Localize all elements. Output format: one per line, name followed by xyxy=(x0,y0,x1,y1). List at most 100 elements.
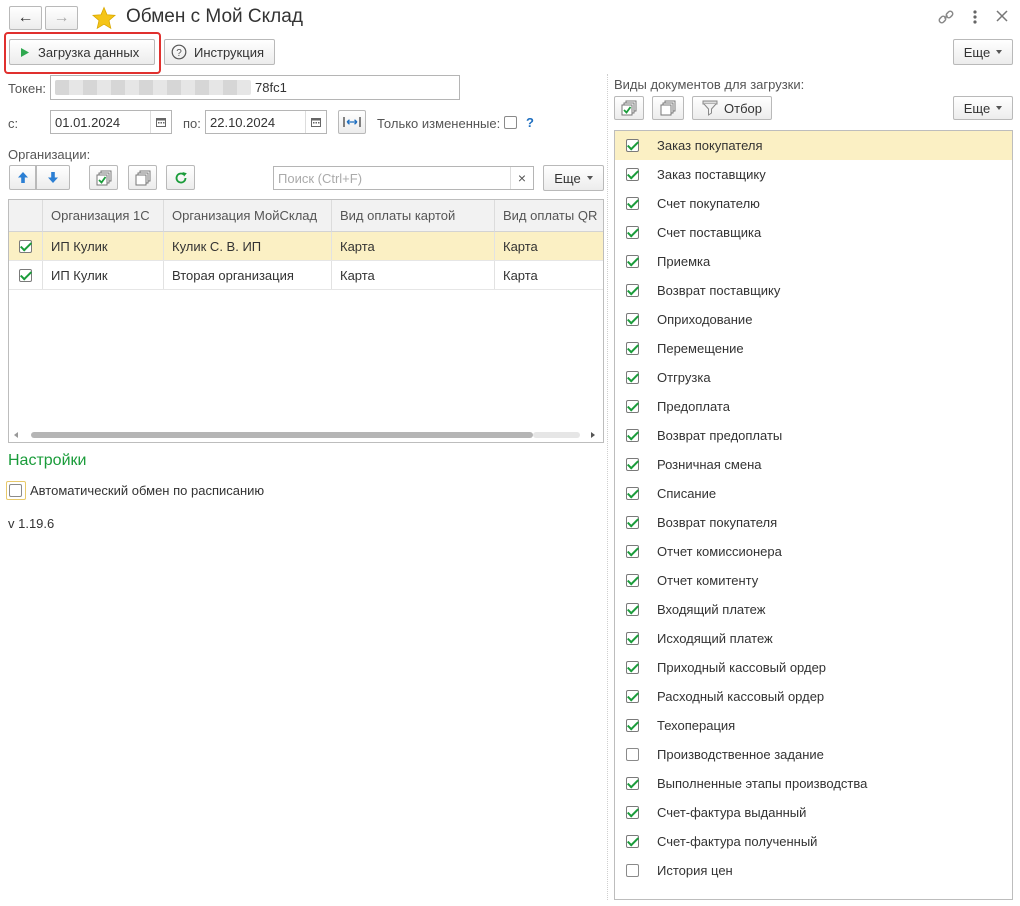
docs-uncheck-all-button[interactable] xyxy=(652,96,684,120)
help-link[interactable]: ? xyxy=(526,115,534,130)
list-item[interactable]: Отчет комиссионера xyxy=(615,537,1012,566)
list-item[interactable]: История цен xyxy=(615,856,1012,885)
doc-type-checkbox[interactable] xyxy=(626,806,639,819)
forward-button[interactable]: → xyxy=(45,6,78,30)
doc-type-checkbox[interactable] xyxy=(626,632,639,645)
doc-type-checkbox[interactable] xyxy=(626,574,639,587)
list-item[interactable]: Отчет комитенту xyxy=(615,566,1012,595)
list-item[interactable]: Отгрузка xyxy=(615,363,1012,392)
doc-type-checkbox[interactable] xyxy=(626,487,639,500)
doc-type-checkbox[interactable] xyxy=(626,690,639,703)
scroll-right-icon[interactable] xyxy=(591,432,595,438)
doc-type-checkbox[interactable] xyxy=(626,458,639,471)
list-item[interactable]: Оприходование xyxy=(615,305,1012,334)
doc-type-checkbox[interactable] xyxy=(626,400,639,413)
list-item[interactable]: Возврат предоплаты xyxy=(615,421,1012,450)
calendar-icon[interactable] xyxy=(150,111,171,133)
auto-exchange-checkbox[interactable] xyxy=(9,484,22,497)
doc-type-checkbox[interactable] xyxy=(626,255,639,268)
favorite-star-icon[interactable] xyxy=(91,6,117,30)
horizontal-scrollbar[interactable] xyxy=(9,428,603,442)
doc-type-checkbox[interactable] xyxy=(626,748,639,761)
doc-type-checkbox[interactable] xyxy=(626,313,639,326)
more-button-top[interactable]: Еще xyxy=(953,39,1013,65)
link-icon[interactable] xyxy=(937,8,955,26)
doc-type-label: Исходящий платеж xyxy=(657,631,773,646)
list-item[interactable]: Счет поставщика xyxy=(615,218,1012,247)
instructions-button[interactable]: ? Инструкция xyxy=(164,39,275,65)
auto-exchange-checkbox-frame[interactable] xyxy=(6,481,26,500)
calendar-icon[interactable] xyxy=(305,111,326,133)
list-item[interactable]: Заказ поставщику xyxy=(615,160,1012,189)
doc-type-checkbox[interactable] xyxy=(626,661,639,674)
list-item[interactable]: Счет-фактура полученный xyxy=(615,827,1012,856)
check-all-button[interactable] xyxy=(89,165,118,190)
doc-type-checkbox[interactable] xyxy=(626,371,639,384)
list-item[interactable]: Предоплата xyxy=(615,392,1012,421)
list-item[interactable]: Счет-фактура выданный xyxy=(615,798,1012,827)
orgs-more-button[interactable]: Еще xyxy=(543,165,604,191)
doc-type-checkbox[interactable] xyxy=(626,342,639,355)
doc-type-checkbox[interactable] xyxy=(626,516,639,529)
date-from-field[interactable]: 01.01.2024 xyxy=(50,110,172,134)
doc-type-checkbox[interactable] xyxy=(626,139,639,152)
list-item[interactable]: Производственное задание xyxy=(615,740,1012,769)
document-types-list: Заказ покупателя Заказ поставщику Счет пок… xyxy=(614,130,1013,900)
row-check-cell[interactable] xyxy=(9,232,43,260)
row-check-cell[interactable] xyxy=(9,261,43,289)
back-button[interactable]: ← xyxy=(9,6,42,30)
only-changed-checkbox[interactable] xyxy=(504,116,517,129)
list-item[interactable]: Расходный кассовый ордер xyxy=(615,682,1012,711)
uncheck-all-button[interactable] xyxy=(128,165,157,190)
doc-type-checkbox[interactable] xyxy=(626,226,639,239)
row-checkbox[interactable] xyxy=(19,268,32,282)
load-data-button[interactable]: Загрузка данных xyxy=(9,39,155,65)
doc-type-checkbox[interactable] xyxy=(626,835,639,848)
list-item[interactable]: Приемка xyxy=(615,247,1012,276)
doc-type-checkbox[interactable] xyxy=(626,864,639,877)
doc-type-checkbox[interactable] xyxy=(626,429,639,442)
doc-type-checkbox[interactable] xyxy=(626,777,639,790)
docs-filter-button[interactable]: Отбор xyxy=(692,96,772,120)
date-to-field[interactable]: 22.10.2024 xyxy=(205,110,327,134)
docs-more-button[interactable]: Еще xyxy=(953,96,1013,120)
scroll-left-icon[interactable] xyxy=(14,432,18,438)
doc-type-checkbox[interactable] xyxy=(626,168,639,181)
scrollbar-thumb[interactable] xyxy=(31,432,533,438)
list-item[interactable]: Возврат поставщику xyxy=(615,276,1012,305)
list-item[interactable]: Выполненные этапы производства xyxy=(615,769,1012,798)
doc-type-checkbox[interactable] xyxy=(626,603,639,616)
list-item[interactable]: Перемещение xyxy=(615,334,1012,363)
panel-divider[interactable] xyxy=(607,74,608,900)
column-header-card-payment[interactable]: Вид оплаты картой xyxy=(332,200,495,232)
list-item[interactable]: Входящий платеж xyxy=(615,595,1012,624)
table-row[interactable]: ИП Кулик Кулик С. В. ИП Карта Карта xyxy=(9,232,603,261)
close-icon[interactable] xyxy=(995,9,1009,23)
list-item[interactable]: Счет покупателю xyxy=(615,189,1012,218)
clear-search-icon[interactable]: × xyxy=(510,167,533,189)
list-item[interactable]: Розничная смена xyxy=(615,450,1012,479)
token-field[interactable]: 78fc1 xyxy=(50,75,460,100)
column-header-qr-payment[interactable]: Вид оплаты QR xyxy=(495,200,603,232)
row-checkbox[interactable] xyxy=(19,239,32,253)
move-up-button[interactable] xyxy=(9,165,36,190)
docs-check-all-button[interactable] xyxy=(614,96,644,120)
refresh-button[interactable] xyxy=(166,165,195,190)
list-item[interactable]: Приходный кассовый ордер xyxy=(615,653,1012,682)
list-item[interactable]: Техоперация xyxy=(615,711,1012,740)
column-header-org-1c[interactable]: Организация 1С xyxy=(43,200,164,232)
list-item[interactable]: Возврат покупателя xyxy=(615,508,1012,537)
doc-type-checkbox[interactable] xyxy=(626,719,639,732)
doc-type-checkbox[interactable] xyxy=(626,197,639,210)
list-item[interactable]: Исходящий платеж xyxy=(615,624,1012,653)
doc-type-checkbox[interactable] xyxy=(626,545,639,558)
list-item[interactable]: Заказ покупателя xyxy=(615,131,1012,160)
doc-type-checkbox[interactable] xyxy=(626,284,639,297)
column-header-org-moysklad[interactable]: Организация МойСклад xyxy=(164,200,332,232)
list-item[interactable]: Списание xyxy=(615,479,1012,508)
more-vertical-icon[interactable] xyxy=(969,8,981,26)
orgs-search-input[interactable]: Поиск (Ctrl+F) × xyxy=(273,166,534,190)
table-row[interactable]: ИП Кулик Вторая организация Карта Карта xyxy=(9,261,603,290)
period-select-button[interactable] xyxy=(338,110,366,134)
move-down-button[interactable] xyxy=(36,165,70,190)
